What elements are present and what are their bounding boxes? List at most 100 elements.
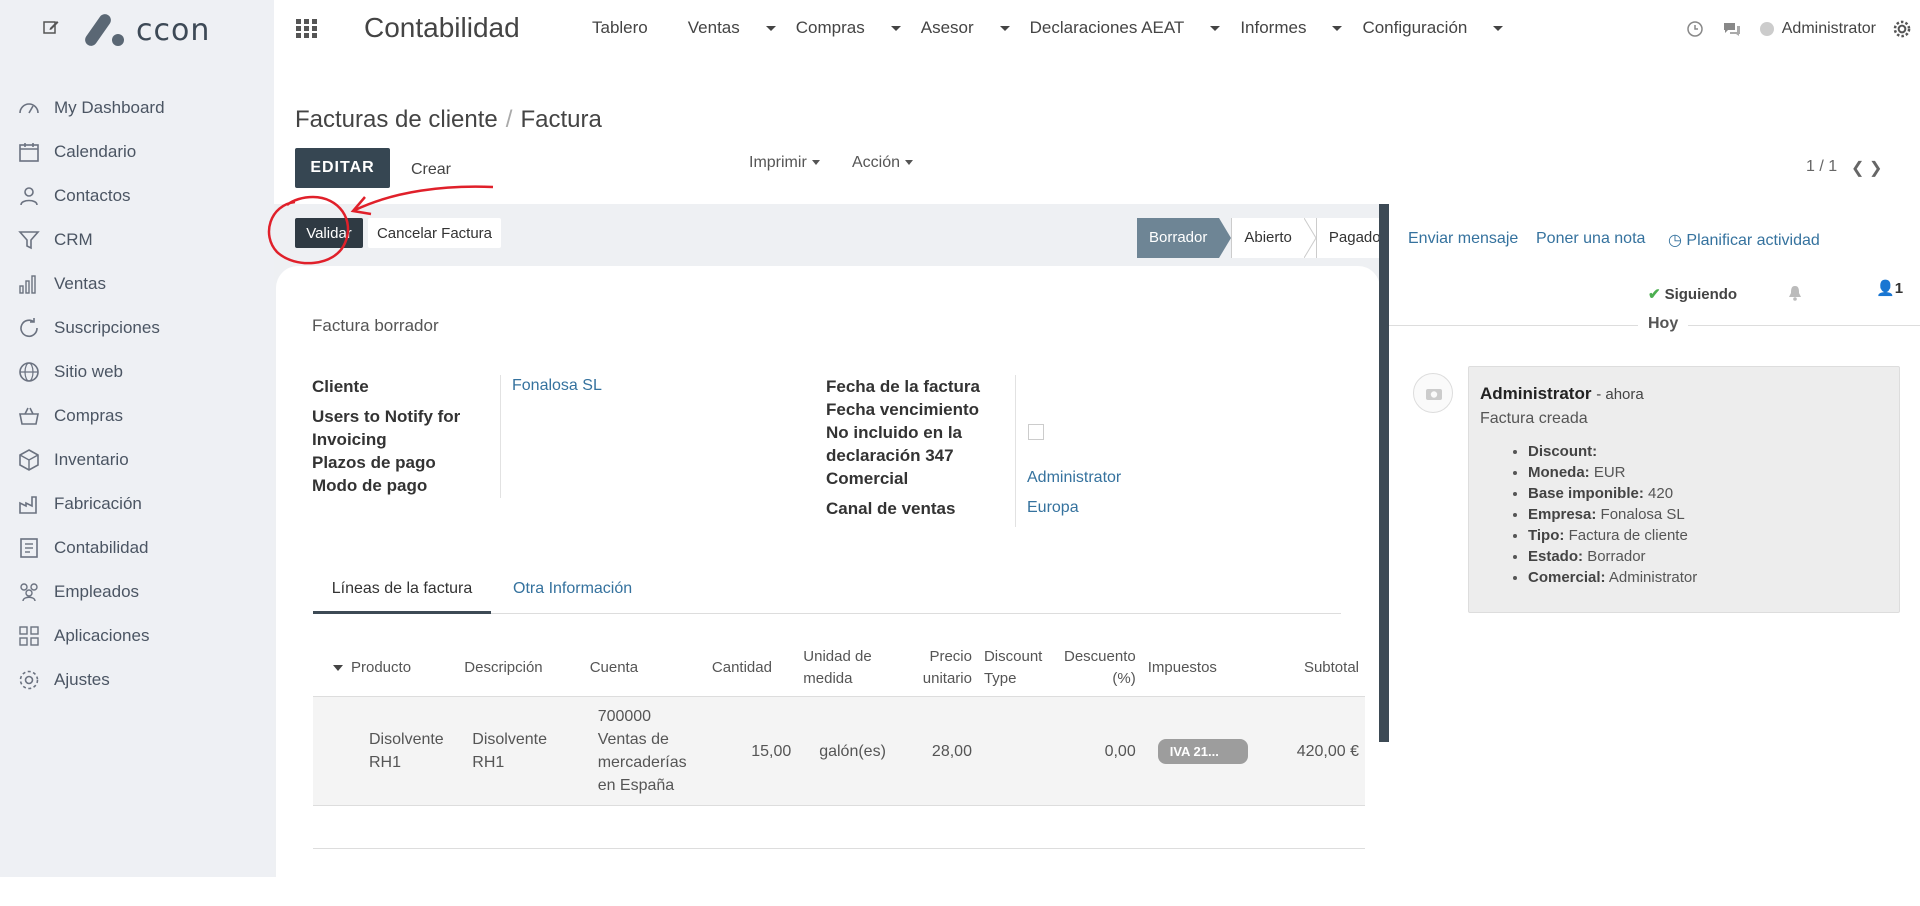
col-unidad[interactable]: Unidad de medida — [797, 640, 908, 697]
tab-otra-informacion[interactable]: Otra Información — [513, 568, 632, 614]
action-dropdown[interactable]: Acción — [852, 154, 914, 172]
menu-informes[interactable]: Informes — [1240, 18, 1343, 38]
chevron-right-icon[interactable]: ❯ — [1869, 158, 1882, 178]
fecha-factura-label: Fecha de la factura — [826, 377, 981, 396]
sidebar-item-fabricacion[interactable]: Fabricación — [0, 482, 274, 526]
sidebar-item-inventario[interactable]: Inventario — [0, 438, 274, 482]
sidebar-item-aplicaciones[interactable]: Aplicaciones — [0, 614, 274, 658]
sidebar-item-empleados[interactable]: Empleados — [0, 570, 274, 614]
print-dropdown[interactable]: Imprimir — [749, 154, 820, 172]
col-cuenta[interactable]: Cuenta — [584, 640, 706, 697]
sidebar-item-sitio-web[interactable]: Sitio web — [0, 350, 274, 394]
sidebar-item-label: Contactos — [54, 186, 131, 205]
sidebar-item-label: Calendario — [54, 142, 137, 161]
clock-icon[interactable] — [1686, 20, 1704, 38]
stage-arrow-icon — [1303, 218, 1316, 258]
plazos-label: Plazos de pago — [312, 453, 436, 472]
sidebar-item-label: Ajustes — [54, 670, 110, 689]
edit-button[interactable]: EDITAR — [295, 148, 390, 188]
comercial-value[interactable]: Administrator — [1027, 469, 1121, 487]
breadcrumb-parent[interactable]: Facturas de cliente — [295, 106, 498, 133]
chevron-left-icon[interactable]: ❮ — [1851, 158, 1864, 178]
menu-configuracion[interactable]: Configuración — [1362, 18, 1504, 38]
sidebar-item-contabilidad[interactable]: Contabilidad — [0, 526, 274, 570]
menu-tablero[interactable]: Tablero — [592, 18, 668, 38]
topbar-right: Administrator — [1686, 0, 1920, 58]
list-item: Empresa: Fonalosa SL — [1528, 504, 1697, 525]
factory-icon — [19, 496, 37, 514]
col-descuento[interactable]: Descuento (%) — [1053, 640, 1142, 697]
sidebar-item-ventas[interactable]: Ventas — [0, 262, 274, 306]
no-incluido-347-checkbox[interactable] — [1028, 424, 1044, 440]
col-precio[interactable]: Precio unitario — [908, 640, 978, 697]
logo-wordmark: ccon — [136, 12, 211, 48]
settings-gear-icon[interactable] — [1892, 19, 1912, 39]
stage-arrow-icon — [1219, 218, 1232, 258]
col-cantidad[interactable]: Cantidad — [706, 640, 797, 697]
logo-mark-icon — [85, 14, 124, 46]
menu-asesor[interactable]: Asesor — [921, 18, 1010, 38]
table-row[interactable]: Disolvente RH1 Disolvente RH1 700000 Ven… — [313, 696, 1365, 806]
edit-icon[interactable] — [42, 18, 60, 36]
scrollbar-thumb[interactable] — [1379, 204, 1389, 742]
create-button[interactable]: Crear — [405, 160, 457, 180]
send-message-button[interactable]: Enviar mensaje — [1408, 230, 1518, 248]
sort-caret-icon — [333, 665, 343, 672]
col-discount-type[interactable]: Discount Type — [978, 640, 1053, 697]
sidebar-item-calendario[interactable]: Calendario — [0, 130, 274, 174]
cancel-invoice-button[interactable]: Cancelar Factura — [368, 218, 501, 248]
canal-ventas-value[interactable]: Europa — [1027, 499, 1079, 517]
menu-compras[interactable]: Compras — [796, 18, 901, 38]
menu-ventas[interactable]: Ventas — [688, 18, 776, 38]
stage-abierto[interactable]: Abierto — [1231, 218, 1304, 258]
bell-icon[interactable] — [1788, 285, 1802, 301]
menu-declaraciones[interactable]: Declaraciones AEAT — [1030, 18, 1221, 38]
pager-value: 1 / 1 — [1806, 158, 1838, 175]
tracking-value: Factura de cliente — [1568, 527, 1688, 544]
cliente-value[interactable]: Fonalosa SL — [512, 377, 602, 395]
list-item: Discount: — [1528, 441, 1697, 462]
menu-label: Declaraciones AEAT — [1029, 18, 1185, 37]
sidebar-item-label: Suscripciones — [54, 318, 160, 337]
tracking-field: Comercial: — [1528, 569, 1606, 586]
schedule-activity-button[interactable]: ◷ Planificar actividad — [1668, 230, 1820, 250]
menu-label: Ventas — [687, 18, 740, 37]
refresh-icon — [20, 318, 38, 338]
col-descripcion[interactable]: Descripción — [458, 640, 583, 697]
user-menu[interactable]: Administrator — [1759, 20, 1876, 38]
chat-icon[interactable] — [1722, 20, 1742, 38]
sidebar-item-contactos[interactable]: Contactos — [0, 174, 274, 218]
stage-label: Borrador — [1149, 229, 1208, 246]
sidebar-item-suscripciones[interactable]: Suscripciones — [0, 306, 274, 350]
caret-down-icon — [811, 160, 820, 166]
author-name[interactable]: Administrator — [1480, 384, 1591, 403]
comercial-label: Comercial — [826, 469, 909, 488]
camera-icon — [1426, 389, 1442, 400]
sidebar-item-crm[interactable]: CRM — [0, 218, 274, 262]
logo: ccon — [84, 6, 210, 54]
box-icon — [19, 449, 39, 471]
message-time: - ahora — [1596, 386, 1644, 403]
cell-producto: Disolvente RH1 — [313, 696, 459, 806]
list-item: Estado: Borrador — [1528, 546, 1697, 567]
col-subtotal[interactable]: Subtotal — [1269, 640, 1365, 697]
list-item: Moneda: EUR — [1528, 462, 1697, 483]
sidebar-item-dashboard[interactable]: My Dashboard — [0, 86, 274, 130]
tracking-value: Borrador — [1587, 548, 1646, 565]
cell-cantidad: 15,00 — [705, 696, 798, 806]
stage-borrador[interactable]: Borrador — [1137, 218, 1220, 258]
tab-lineas-factura[interactable]: Líneas de la factura — [313, 568, 491, 614]
log-note-button[interactable]: Poner una nota — [1536, 230, 1645, 248]
col-impuestos[interactable]: Impuestos — [1142, 640, 1270, 697]
menu-label: Informes — [1240, 18, 1307, 37]
following-toggle[interactable]: ✔ Siguiendo — [1648, 285, 1737, 303]
message-avatar — [1413, 373, 1453, 413]
sidebar-item-ajustes[interactable]: Ajustes — [0, 658, 274, 702]
validate-button[interactable]: Validar — [295, 218, 363, 248]
apps-menu-icon[interactable] — [296, 19, 318, 39]
col-producto[interactable]: Producto — [313, 640, 458, 697]
sidebar-item-compras[interactable]: Compras — [0, 394, 274, 438]
followers-button[interactable]: 👤1 — [1876, 279, 1903, 297]
notify-label: Users to Notify for Invoicing — [312, 407, 461, 449]
caret-down-icon — [1493, 26, 1504, 32]
